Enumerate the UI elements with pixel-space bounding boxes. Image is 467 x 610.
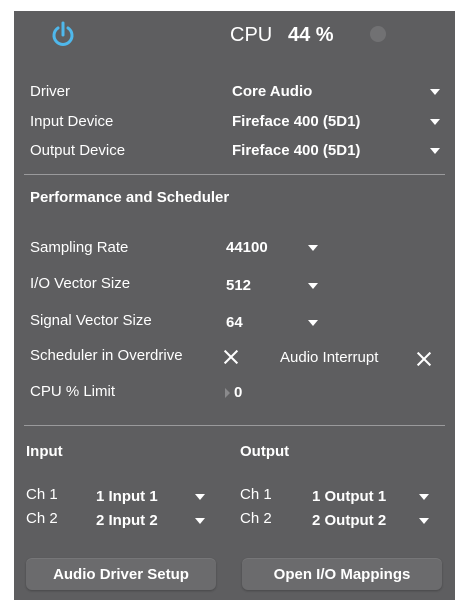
audio-status-panel: CPU 44 % Driver Core Audio Input Device … — [14, 11, 455, 600]
output-ch2-select[interactable]: 2 Output 2 — [312, 512, 386, 530]
input-ch2-label: Ch 2 — [26, 510, 58, 527]
audio-interrupt-toggle-x-icon[interactable] — [416, 351, 432, 367]
output-ch1-select[interactable]: 1 Output 1 — [312, 488, 386, 506]
signal-vector-size-select[interactable]: 64 — [226, 314, 243, 332]
open-io-mappings-button[interactable]: Open I/O Mappings — [242, 558, 442, 590]
input-ch1-select[interactable]: 1 Input 1 — [96, 488, 158, 506]
sampling-rate-label: Sampling Rate — [30, 239, 129, 256]
output-ch1-label: Ch 1 — [240, 486, 272, 503]
power-icon[interactable] — [50, 21, 76, 49]
audio-interrupt-label: Audio Interrupt — [280, 349, 379, 366]
output-ch2-chevron-down-icon[interactable] — [419, 518, 429, 524]
input-device-label: Input Device — [30, 113, 114, 130]
output-ch1-chevron-down-icon[interactable] — [419, 494, 429, 500]
io-vector-size-select[interactable]: 512 — [226, 277, 251, 295]
input-ch1-chevron-down-icon[interactable] — [195, 494, 205, 500]
input-device-chevron-down-icon[interactable] — [430, 119, 440, 125]
cpu-indicator-dot — [370, 26, 386, 42]
cpu-value: 44 % — [288, 24, 334, 46]
signal-vector-size-chevron-down-icon[interactable] — [308, 320, 318, 326]
sampling-rate-select[interactable]: 44100 — [226, 239, 268, 257]
input-ch2-chevron-down-icon[interactable] — [195, 518, 205, 524]
output-ch2-label: Ch 2 — [240, 510, 272, 527]
performance-section-title: Performance and Scheduler — [30, 189, 230, 206]
driver-select[interactable]: Core Audio — [232, 83, 312, 101]
input-ch1-label: Ch 1 — [26, 486, 58, 503]
cpu-limit-label: CPU % Limit — [30, 383, 116, 400]
signal-vector-size-label: Signal Vector Size — [30, 312, 152, 329]
scheduler-overdrive-label: Scheduler in Overdrive — [30, 347, 183, 364]
sampling-rate-chevron-down-icon[interactable] — [308, 245, 318, 251]
io-vector-size-label: I/O Vector Size — [30, 275, 131, 292]
output-section-title: Output — [240, 443, 290, 460]
output-device-chevron-down-icon[interactable] — [430, 148, 440, 154]
output-device-select[interactable]: Fireface 400 (5D1) — [232, 142, 360, 160]
input-device-select[interactable]: Fireface 400 (5D1) — [232, 113, 360, 131]
output-device-label: Output Device — [30, 142, 126, 159]
scheduler-overdrive-toggle-x-icon[interactable] — [223, 349, 239, 365]
divider — [24, 425, 445, 426]
input-section-title: Input — [26, 443, 63, 460]
io-vector-size-chevron-down-icon[interactable] — [308, 283, 318, 289]
cpu-limit-number[interactable]: 0 — [234, 384, 242, 402]
cpu-label: CPU — [230, 24, 273, 46]
input-ch2-select[interactable]: 2 Input 2 — [96, 512, 158, 530]
audio-driver-setup-button[interactable]: Audio Driver Setup — [26, 558, 216, 590]
driver-chevron-down-icon[interactable] — [430, 89, 440, 95]
divider — [24, 174, 445, 175]
cpu-limit-arrow-icon — [225, 388, 230, 398]
driver-label: Driver — [30, 83, 70, 100]
